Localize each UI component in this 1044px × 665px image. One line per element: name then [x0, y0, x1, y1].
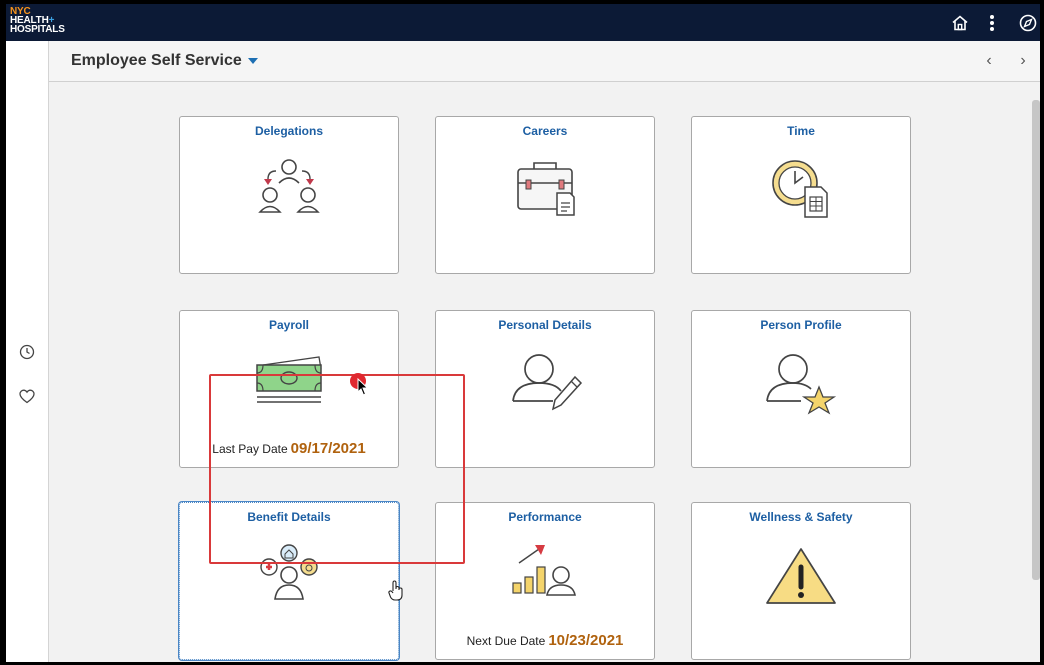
tile-time[interactable]: Time [691, 116, 911, 274]
last-pay-date-value: 09/17/2021 [290, 440, 366, 457]
benefits-person-icon [180, 539, 398, 605]
person-star-icon [692, 349, 910, 415]
tile-title: Performance [508, 510, 582, 524]
chevron-left-icon: ‹ [986, 52, 992, 69]
tile-title: Wellness & Safety [749, 510, 853, 524]
briefcase-document-icon [436, 159, 654, 221]
payroll-footer: Last Pay Date 09/17/2021 [180, 440, 398, 457]
tile-title: Benefit Details [247, 510, 331, 524]
next-page-button[interactable]: › [1015, 52, 1031, 70]
chevron-right-icon: › [1020, 52, 1026, 69]
next-due-date-label: Next Due Date [466, 634, 546, 648]
performance-chart-icon [436, 541, 654, 603]
navbar-compass-icon[interactable] [1018, 13, 1038, 33]
performance-footer: Next Due Date 10/23/2021 [436, 632, 654, 649]
page-title: Employee Self Service [71, 52, 242, 69]
tile-title: Payroll [268, 318, 310, 332]
tile-wellness-safety[interactable]: Wellness & Safety [691, 502, 911, 660]
hand-pointer-icon [388, 580, 404, 607]
tile-title: Personal Details [498, 318, 592, 332]
recent-clock-icon[interactable] [18, 343, 36, 361]
scrollbar[interactable] [1032, 82, 1040, 662]
tile-title: Person Profile [760, 318, 842, 332]
person-edit-icon [436, 349, 654, 413]
tile-person-profile[interactable]: Person Profile [691, 310, 911, 468]
tile-title: Delegations [254, 124, 323, 138]
next-due-date-value: 10/23/2021 [548, 632, 624, 649]
left-rail [6, 41, 49, 662]
favorites-heart-icon[interactable] [18, 387, 36, 405]
last-pay-date-label: Last Pay Date [212, 442, 288, 456]
app-window: NYC HEALTH+ HOSPITALS Employee Self Serv… [6, 4, 1040, 662]
delegations-icon [180, 157, 398, 221]
home-icon[interactable] [950, 13, 970, 33]
warning-triangle-icon [692, 545, 910, 607]
clock-timesheet-icon [692, 155, 910, 221]
mouse-pointer-icon [357, 377, 369, 401]
caret-down-icon [247, 57, 258, 64]
tile-personal-details[interactable]: Personal Details [435, 310, 655, 468]
page-header: Employee Self Service ‹ › [49, 41, 1040, 82]
tile-title: Careers [522, 124, 568, 138]
logo-hospitals-text: HOSPITALS [10, 24, 65, 35]
tile-delegations[interactable]: Delegations [179, 116, 399, 274]
top-navbar: NYC HEALTH+ HOSPITALS [6, 4, 1040, 41]
tile-performance[interactable]: Performance Next Due Date 10/23/2021 [435, 502, 655, 660]
tile-benefit-details[interactable]: Benefit Details [179, 502, 399, 660]
tile-careers[interactable]: Careers [435, 116, 655, 274]
tiles-area: Delegations Careers Time Payroll Last Pa… [49, 82, 1040, 662]
previous-page-button[interactable]: ‹ [981, 52, 997, 70]
nyc-health-hospitals-logo[interactable]: NYC HEALTH+ HOSPITALS [10, 7, 65, 35]
scrollbar-thumb[interactable] [1032, 100, 1040, 580]
homepage-selector[interactable]: Employee Self Service [71, 52, 258, 70]
tile-title: Time [787, 124, 815, 138]
more-vertical-icon[interactable] [982, 13, 1002, 33]
